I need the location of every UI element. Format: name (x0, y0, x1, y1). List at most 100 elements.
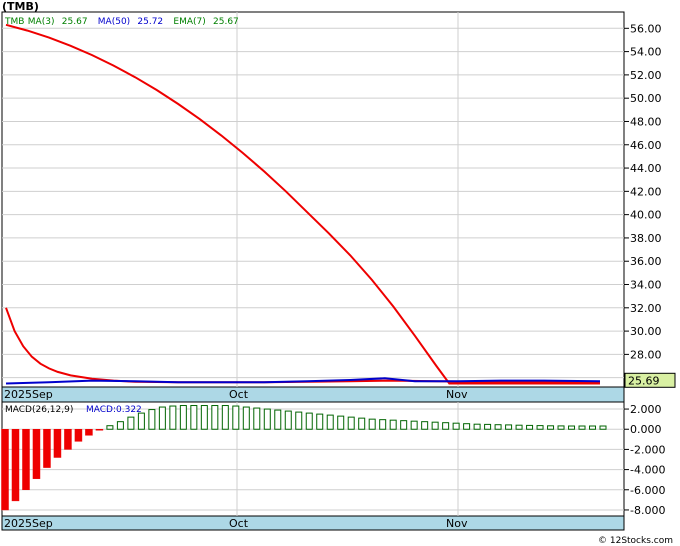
macd-bar (326, 414, 334, 430)
macd-bar (274, 409, 282, 430)
macd-tick-label: 2.000 (630, 403, 662, 416)
macd-bar (442, 422, 450, 430)
x-axis-label: Oct (229, 388, 249, 401)
macd-bar (137, 412, 145, 430)
price-tick-label: 30.00 (630, 325, 662, 338)
macd-bar (337, 415, 345, 430)
macd-tick-label: -2.000 (630, 443, 665, 456)
price-tick-label: 28.00 (630, 348, 662, 361)
macd-bar (221, 405, 229, 430)
macd-bar (11, 428, 20, 502)
macd-bar (200, 405, 208, 430)
price-tick-label: 56.00 (630, 22, 662, 35)
panels (1, 11, 625, 531)
macd-bar (515, 424, 523, 430)
macd-bar (316, 413, 324, 430)
macd-bar (557, 425, 565, 430)
price-tag-label: 25.69 (628, 374, 660, 387)
x-axis-label: Nov (446, 388, 468, 401)
legend-value: 25.72 (137, 17, 163, 27)
macd-label: MACD(26,12,9) (5, 405, 73, 415)
macd-bar (95, 428, 104, 431)
macd-bar (158, 406, 166, 430)
macd-bar (253, 407, 261, 430)
macd-tick-label: -4.000 (630, 464, 665, 477)
macd-bar (148, 409, 156, 430)
macd-bar (494, 424, 502, 430)
macd-bar (106, 425, 114, 430)
x-axis-label: 2025Sep (4, 517, 53, 530)
macd-bar (347, 416, 355, 430)
macd-bar (568, 425, 576, 430)
x-axis-label: Nov (446, 517, 468, 530)
macd-bar (452, 422, 460, 430)
x-axis-label: 2025Sep (4, 388, 53, 401)
macd-bar (179, 405, 187, 430)
macd-bar (232, 405, 240, 430)
macd-bar (547, 425, 555, 430)
macd-tick-label: 0.000 (630, 423, 662, 436)
macd-bar (473, 423, 481, 430)
macd-bar (505, 424, 513, 430)
price-tick-label: 48.00 (630, 115, 662, 128)
macd-tick-label: -6.000 (630, 484, 665, 497)
macd-bar (410, 420, 418, 430)
x-axis-label: Oct (229, 517, 249, 530)
macd-bar (169, 405, 177, 430)
macd-bar (295, 411, 303, 430)
macd-bar (431, 421, 439, 430)
price-tick-label: 50.00 (630, 92, 662, 105)
legend-item: MA(3) (28, 17, 55, 27)
macd-bar (589, 425, 597, 430)
macd-bar (242, 406, 250, 430)
macd-bar (368, 418, 376, 430)
macd-bar (526, 424, 534, 430)
legend-value: 25.67 (213, 17, 239, 27)
macd-bar (284, 410, 292, 430)
price-tick-label: 42.00 (630, 185, 662, 198)
legend-item: EMA(7) (173, 17, 205, 27)
legend-value: 25.67 (62, 17, 88, 27)
macd-bar (389, 419, 397, 430)
legend-item: MA(50) (98, 17, 130, 27)
price-tick-label: 52.00 (630, 69, 662, 82)
macd-bar (400, 420, 408, 430)
macd-bar (463, 423, 471, 430)
macd-bar (263, 408, 271, 430)
price-tick-label: 46.00 (630, 139, 662, 152)
macd-bar (22, 428, 30, 491)
macd-bar (85, 428, 93, 436)
macd-value-label: MACD:0.322 (86, 405, 142, 415)
price-tick-label: 32.00 (630, 302, 662, 315)
price-date-strip (1, 386, 625, 403)
macd-tick-label: -8.000 (630, 504, 665, 517)
macd-panel-frame (1, 401, 625, 517)
price-tick-label: 36.00 (630, 255, 662, 268)
price-tick-label: 40.00 (630, 209, 662, 222)
price-tick-label: 34.00 (630, 279, 662, 292)
macd-bar (1, 428, 9, 511)
macd-bar (53, 428, 62, 458)
price-tick-label: 54.00 (630, 46, 662, 59)
watermark: © 12Stocks.com (598, 536, 673, 546)
macd-bar (421, 421, 429, 430)
macd-bar (32, 428, 41, 479)
macd-bar (536, 425, 544, 430)
macd-bar (64, 428, 72, 450)
macd-bar (190, 405, 198, 430)
macd-bar (74, 428, 83, 442)
macd-bar (116, 421, 124, 430)
macd-bar (127, 416, 135, 430)
price-tick-label: 38.00 (630, 232, 662, 245)
chart-canvas: 26.0028.0030.0032.0034.0036.0038.0040.00… (1, 11, 676, 546)
macd-bar (578, 425, 586, 430)
price-tick-label: 44.00 (630, 162, 662, 175)
macd-bar (43, 428, 51, 468)
macd-bar (211, 405, 219, 430)
macd-bar (358, 417, 366, 430)
macd-bar (379, 419, 387, 430)
macd-bar (599, 425, 607, 430)
macd-bar (484, 423, 492, 430)
macd-date-strip (1, 515, 625, 531)
macd-bar (305, 412, 313, 430)
